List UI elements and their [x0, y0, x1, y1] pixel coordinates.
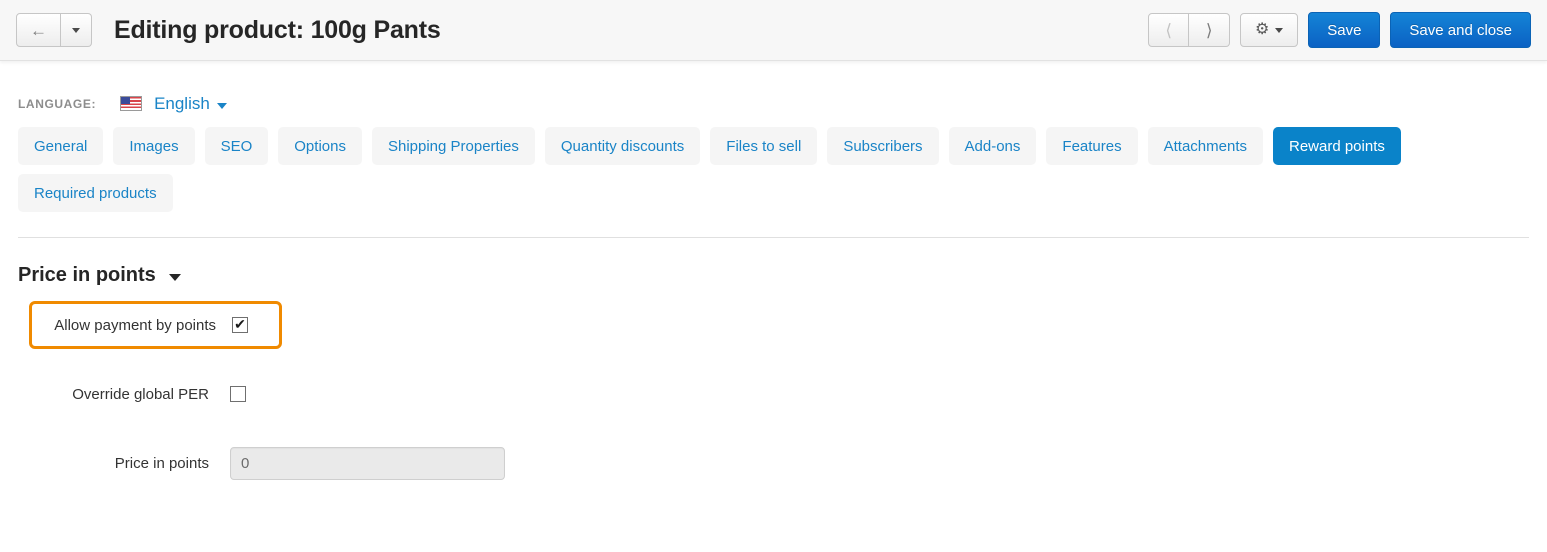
tab-quantity-discounts[interactable]: Quantity discounts: [544, 127, 701, 165]
allow-payment-by-points-checkbox[interactable]: ✔: [232, 317, 248, 333]
back-dropdown-button[interactable]: [61, 13, 92, 47]
section-title-text: Price in points: [18, 264, 156, 286]
back-button[interactable]: ←: [16, 13, 61, 47]
language-current-value[interactable]: English: [154, 94, 210, 114]
section-header: Price in points: [18, 264, 1529, 287]
chevron-down-icon[interactable]: [168, 274, 181, 281]
caret-down-icon: [72, 27, 80, 33]
back-button-group: ←: [16, 13, 92, 47]
save-button[interactable]: Save: [1308, 12, 1381, 48]
chevron-down-icon[interactable]: [216, 102, 227, 109]
language-label: LANGUAGE:: [18, 96, 97, 111]
tab-add-ons[interactable]: Add-ons: [948, 127, 1037, 165]
caret-down-icon: [1275, 27, 1284, 33]
tab-subscribers[interactable]: Subscribers: [827, 127, 939, 165]
override-global-per-label: Override global PER: [72, 385, 209, 403]
tab-seo[interactable]: SEO: [204, 127, 269, 165]
allow-payment-by-points-row[interactable]: Allow payment by points ✔: [29, 301, 282, 349]
price-in-points-input[interactable]: [230, 446, 505, 480]
top-toolbar: ← Editing product: 100g Pants ⟨ ⟩ ⚙ Save…: [0, 0, 1547, 61]
back-arrow-icon: ←: [30, 20, 47, 40]
chevron-left-icon: ⟨: [1165, 20, 1173, 40]
product-tabs: General Images SEO Options Shipping Properti…: [18, 127, 1478, 212]
tab-reward-points[interactable]: Reward points: [1272, 127, 1401, 165]
price-in-points-field: [230, 446, 505, 480]
settings-menu-button[interactable]: ⚙: [1240, 13, 1299, 47]
tab-shipping-properties[interactable]: Shipping Properties: [371, 127, 535, 165]
previous-record-button[interactable]: ⟨: [1148, 13, 1190, 47]
tab-general[interactable]: General: [18, 127, 104, 165]
page-content: LANGUAGE: English General Images SEO Option…: [0, 61, 1547, 485]
override-global-per-field: ✔: [230, 386, 246, 402]
tab-images[interactable]: Images: [113, 127, 195, 165]
record-nav-group: ⟨ ⟩: [1148, 13, 1231, 47]
save-and-close-button[interactable]: Save and close: [1390, 12, 1531, 48]
reward-points-form: Allow payment by points ✔ Override globa…: [18, 301, 1529, 485]
tab-files-to-sell[interactable]: Files to sell: [710, 127, 818, 165]
override-global-per-checkbox[interactable]: ✔: [230, 386, 246, 402]
next-record-button[interactable]: ⟩: [1189, 13, 1231, 47]
checkmark-icon: ✔: [234, 316, 246, 332]
tab-attachments[interactable]: Attachments: [1147, 127, 1263, 165]
chevron-right-icon: ⟩: [1205, 20, 1213, 40]
toolbar-actions: ⟨ ⟩ ⚙ Save Save and close: [1148, 12, 1531, 48]
tab-features[interactable]: Features: [1046, 127, 1138, 165]
allow-payment-by-points-label: Allow payment by points: [54, 316, 216, 334]
price-in-points-row: Price in points: [18, 441, 1529, 485]
allow-payment-by-points-field: ✔: [232, 317, 248, 333]
language-selector: LANGUAGE: English: [18, 61, 1529, 113]
override-global-per-row: Override global PER ✔: [18, 372, 1529, 416]
tab-options[interactable]: Options: [278, 127, 362, 165]
tab-required-products[interactable]: Required products: [18, 174, 173, 212]
price-in-points-label: Price in points: [114, 454, 209, 472]
gear-icon: ⚙: [1255, 21, 1270, 38]
page-title: Editing product: 100g Pants: [114, 15, 441, 44]
section-divider: [18, 237, 1529, 238]
us-flag-icon: [120, 96, 143, 111]
